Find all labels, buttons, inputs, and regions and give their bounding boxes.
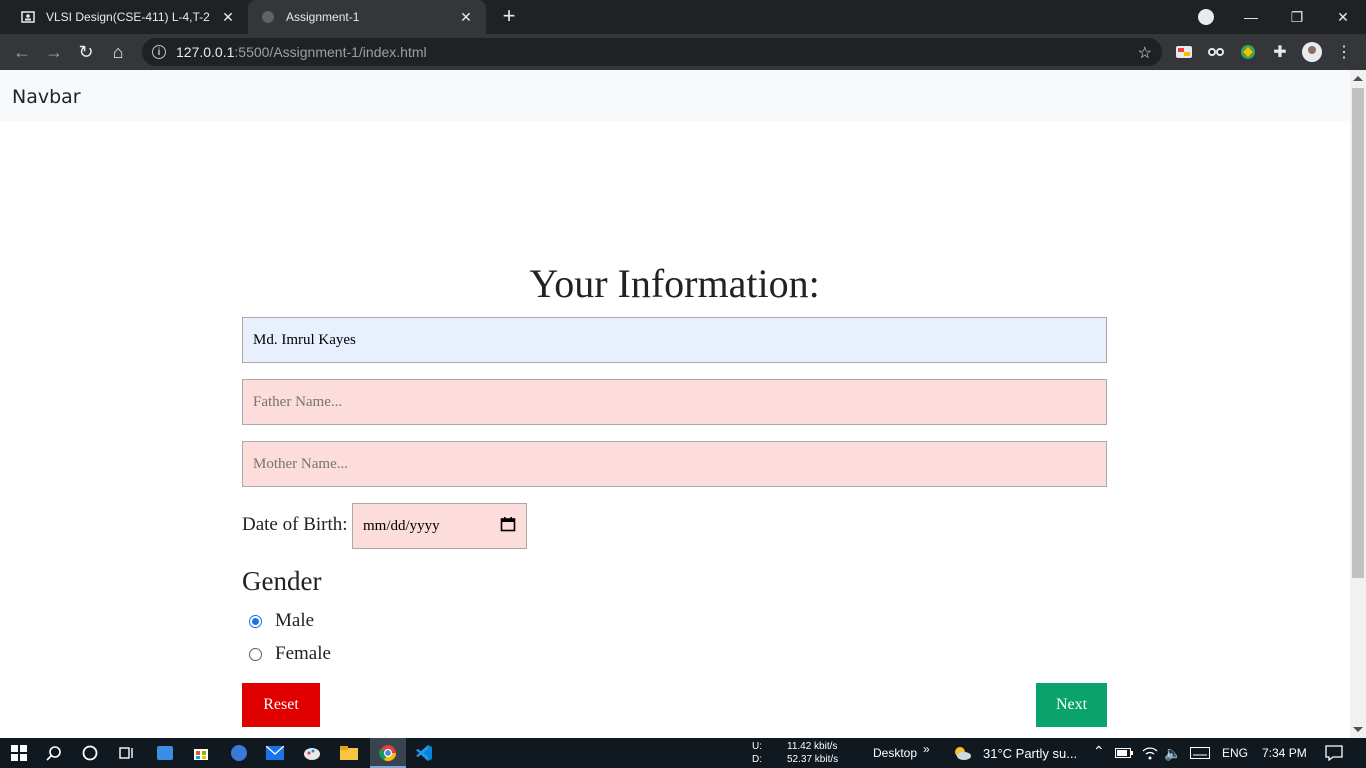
clock[interactable]: 7:34 PM: [1262, 746, 1307, 760]
extension-globe-icon[interactable]: [1238, 42, 1258, 62]
extension-flag-icon[interactable]: [1174, 42, 1194, 62]
net-up-speed: 11.42 kbit/s: [787, 741, 838, 752]
site-navbar: Navbar: [0, 70, 1350, 121]
chevron-right-icon[interactable]: »: [923, 742, 930, 756]
battery-icon[interactable]: [1114, 743, 1134, 763]
vscode-icon[interactable]: [414, 743, 434, 763]
back-arrow-icon[interactable]: ←: [12, 42, 32, 62]
windows-taskbar: U: 11.42 kbit/s D: 52.37 kbit/s Desktop » …: [0, 738, 1366, 768]
browser-tab-strip: VLSI Design(CSE-411) L-4,T-2 ✕ Assignmen…: [0, 0, 1366, 34]
network-speed: U: 11.42 kbit/s D: 52.37 kbit/s: [752, 740, 838, 766]
form-title: Your Information:: [529, 261, 820, 306]
chevron-up-icon[interactable]: ⌃: [1093, 743, 1105, 760]
reload-icon[interactable]: ↻: [76, 42, 96, 62]
profile-avatar[interactable]: [1302, 42, 1322, 62]
keyboard-icon[interactable]: [1190, 743, 1210, 763]
gender-option-male[interactable]: Male: [249, 610, 314, 632]
forward-arrow-icon[interactable]: →: [44, 42, 64, 62]
browser-tab-vlsi[interactable]: VLSI Design(CSE-411) L-4,T-2 ✕: [8, 0, 248, 34]
female-label: Female: [275, 643, 331, 664]
app-icon[interactable]: [155, 743, 175, 763]
minimize-icon[interactable]: —: [1228, 9, 1274, 25]
paint-icon[interactable]: [302, 743, 322, 763]
tab-search-icon[interactable]: [1198, 9, 1214, 25]
search-icon[interactable]: [44, 743, 64, 763]
new-tab-button[interactable]: +: [498, 5, 520, 28]
name-input[interactable]: [242, 317, 1107, 363]
tab-title: Assignment-1: [286, 10, 360, 24]
gender-option-female[interactable]: Female: [249, 643, 331, 665]
calendar-icon[interactable]: [500, 516, 516, 537]
file-explorer-icon[interactable]: [339, 743, 359, 763]
mother-name-input[interactable]: [242, 441, 1107, 487]
page-scrollbar[interactable]: [1350, 70, 1366, 738]
male-radio[interactable]: [249, 614, 262, 628]
reset-button[interactable]: Reset: [242, 683, 320, 727]
cortana-icon[interactable]: [80, 743, 100, 763]
female-radio[interactable]: [249, 647, 262, 661]
scrollbar-thumb[interactable]: [1352, 88, 1364, 578]
globe-icon: [260, 9, 276, 25]
close-window-icon[interactable]: ✕: [1320, 9, 1366, 26]
chrome-icon[interactable]: [378, 743, 398, 763]
extensions-puzzle-icon[interactable]: ✚: [1270, 42, 1290, 62]
desktop-toolbar[interactable]: Desktop: [873, 746, 917, 760]
navbar-brand[interactable]: Navbar: [12, 86, 81, 108]
site-info-icon[interactable]: i: [152, 45, 166, 59]
address-bar[interactable]: i 127.0.0.1:5500/Assignment-1/index.html…: [142, 38, 1162, 66]
dob-value: mm/dd/yyyy: [363, 517, 440, 534]
extension-glasses-icon[interactable]: [1206, 42, 1226, 62]
home-icon[interactable]: ⌂: [108, 42, 128, 62]
close-tab-icon[interactable]: ✕: [458, 9, 474, 25]
scroll-up-arrow-icon[interactable]: [1353, 76, 1363, 81]
qbittorrent-icon[interactable]: [229, 743, 249, 763]
page-viewport: Navbar Your Information: Date of Birth: …: [0, 70, 1350, 738]
scroll-down-arrow-icon[interactable]: [1353, 727, 1363, 732]
gender-heading: Gender: [242, 566, 322, 596]
dob-input[interactable]: mm/dd/yyyy: [352, 503, 527, 549]
volume-icon[interactable]: 🔈: [1163, 743, 1183, 763]
classroom-icon: [20, 9, 36, 25]
weather-text[interactable]: 31°C Partly su...: [983, 746, 1077, 761]
task-view-icon[interactable]: [116, 743, 136, 763]
next-button[interactable]: Next: [1036, 683, 1107, 727]
language-indicator[interactable]: ENG: [1222, 746, 1248, 760]
net-down-speed: 52.37 kbit/s: [787, 754, 839, 765]
url-text: 127.0.0.1:5500/Assignment-1/index.html: [176, 44, 427, 60]
father-name-input[interactable]: [242, 379, 1107, 425]
notifications-icon[interactable]: [1324, 743, 1344, 763]
wifi-icon[interactable]: [1140, 743, 1160, 763]
bookmark-star-icon[interactable]: ☆: [1138, 43, 1152, 63]
windows-start-icon[interactable]: [9, 743, 29, 763]
male-label: Male: [275, 610, 315, 631]
mail-icon[interactable]: [265, 743, 285, 763]
browser-toolbar: ← → ↻ ⌂ i 127.0.0.1:5500/Assignment-1/in…: [0, 34, 1366, 70]
weather-icon: [952, 743, 972, 763]
restore-icon[interactable]: ❐: [1274, 9, 1320, 26]
tab-title: VLSI Design(CSE-411) L-4,T-2: [46, 10, 210, 24]
browser-tab-assignment[interactable]: Assignment-1 ✕: [248, 0, 486, 34]
store-icon[interactable]: [191, 743, 211, 763]
menu-dots-icon[interactable]: ⋮: [1334, 42, 1354, 62]
close-tab-icon[interactable]: ✕: [220, 9, 236, 25]
dob-label: Date of Birth:: [242, 514, 348, 535]
